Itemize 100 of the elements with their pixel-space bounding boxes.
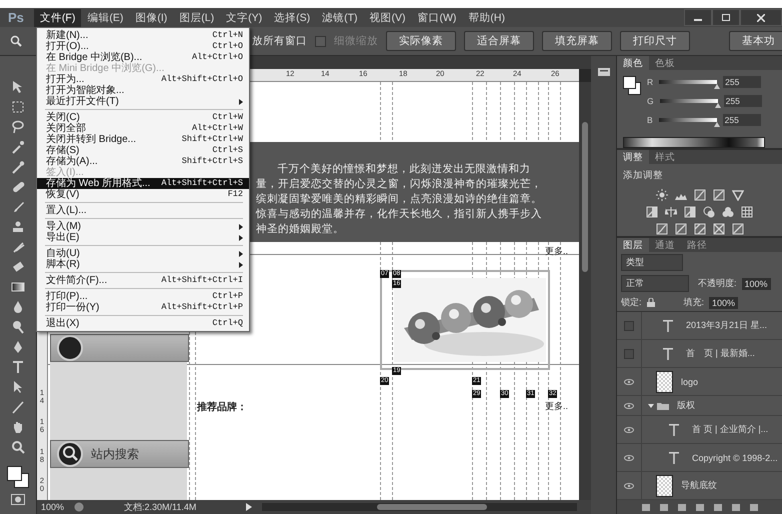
search-icon[interactable] xyxy=(11,440,25,454)
diagonal-square-icon[interactable] xyxy=(674,223,686,235)
triangle-icon[interactable] xyxy=(732,189,744,201)
color-slider[interactable] xyxy=(658,118,717,127)
lock-icon[interactable] xyxy=(646,298,655,307)
minimize-button[interactable] xyxy=(684,9,712,26)
menu-item[interactable]: 存储(S) Ctrl+S xyxy=(37,145,249,156)
menu-item[interactable]: 新建(N)... Ctrl+N xyxy=(37,30,249,41)
more-link[interactable]: 更多.. xyxy=(545,245,568,258)
eye-icon[interactable] xyxy=(624,402,634,408)
panel-tab[interactable]: 色板 xyxy=(649,56,681,70)
eyedropper-icon[interactable] xyxy=(11,160,25,174)
brush-icon[interactable] xyxy=(11,200,25,214)
marquee-icon[interactable] xyxy=(11,100,25,114)
eye-icon[interactable] xyxy=(624,426,634,432)
opacity-field[interactable]: 100% xyxy=(742,278,771,290)
menu-item[interactable]: 关闭并转到 Bridge... Shift+Ctrl+W xyxy=(37,134,249,145)
menu-item[interactable]: 打印一份(Y) Alt+Shift+Ctrl+P xyxy=(37,302,249,313)
rings-icon[interactable] xyxy=(722,206,734,218)
channel-value[interactable]: 255 xyxy=(722,114,761,126)
menu-item[interactable]: 文件(F) xyxy=(34,8,82,26)
curve-square-icon[interactable] xyxy=(656,223,668,235)
menu-item[interactable]: 脚本(R) xyxy=(37,259,249,270)
panel-tab[interactable]: 通道 xyxy=(649,238,681,252)
caret-down-icon[interactable] xyxy=(648,402,654,408)
quick-mask-icon[interactable] xyxy=(11,494,25,505)
workspace-button[interactable]: 基本功 xyxy=(729,31,782,51)
split-square-icon[interactable] xyxy=(646,206,658,218)
eye-icon[interactable] xyxy=(624,454,634,460)
zoom-button[interactable]: 填充屏幕 xyxy=(542,31,612,51)
layer-row[interactable]: 首 页 | 最新婚... xyxy=(617,340,782,368)
layer-row[interactable]: 首 页 | 企业简介 |... xyxy=(617,416,782,444)
history-brush-icon[interactable] xyxy=(11,240,25,254)
layer-row[interactable]: logo xyxy=(617,368,782,396)
cross-square-icon[interactable] xyxy=(712,223,724,235)
eye-icon[interactable] xyxy=(624,378,634,384)
panel-tab[interactable]: 样式 xyxy=(649,150,681,164)
scale-icon[interactable] xyxy=(665,206,677,218)
panel-tab[interactable]: 图层 xyxy=(617,238,649,252)
fill-field[interactable]: 100% xyxy=(709,296,738,308)
wand-icon[interactable] xyxy=(11,140,25,154)
color-swatches[interactable] xyxy=(623,76,640,94)
curve-icon[interactable] xyxy=(694,189,706,201)
menu-item[interactable]: 文字(Y) xyxy=(220,8,268,26)
menu-item[interactable]: 图层(L) xyxy=(173,8,220,26)
menu-item[interactable]: 滤镜(T) xyxy=(316,8,364,26)
filter-dropdown[interactable]: 类型 xyxy=(621,254,683,271)
menu-item[interactable]: 关闭全部 Alt+Ctrl+W xyxy=(37,123,249,134)
sun-icon[interactable] xyxy=(656,189,668,201)
half-square-icon[interactable] xyxy=(684,206,696,218)
layer-action-icon[interactable] xyxy=(696,504,704,510)
menu-item[interactable]: 打开(O)... Ctrl+O xyxy=(37,41,249,52)
menu-item[interactable]: 存储为 Web 所用格式... Alt+Shift+Ctrl+S xyxy=(37,178,249,189)
menu-item[interactable]: 视图(V) xyxy=(364,8,412,26)
layer-action-icon[interactable] xyxy=(732,504,740,510)
menu-item[interactable]: 导出(E) xyxy=(37,232,249,243)
menu-item[interactable]: 导入(M) xyxy=(37,221,249,232)
circles-icon[interactable] xyxy=(703,206,715,218)
gradient-icon[interactable] xyxy=(11,280,25,294)
menu-item[interactable]: 帮助(H) xyxy=(462,8,511,26)
panel-tab[interactable]: 颜色 xyxy=(617,56,649,70)
channel-value[interactable]: 255 xyxy=(723,76,762,88)
menu-item[interactable]: 最近打开文件(T) xyxy=(37,96,249,107)
color-swatches[interactable] xyxy=(7,466,29,488)
menu-item[interactable]: 打印(P)... Ctrl+P xyxy=(37,291,249,302)
color-slider[interactable] xyxy=(660,99,718,108)
line-icon[interactable] xyxy=(11,400,25,414)
menu-item[interactable]: 自动(U) xyxy=(37,248,249,259)
layer-action-icon[interactable] xyxy=(660,504,668,510)
layer-row[interactable]: Copyright © 1998-2... xyxy=(617,444,782,472)
zoom-button[interactable]: 适合屏幕 xyxy=(464,31,534,51)
layer-row[interactable]: 版权 xyxy=(617,396,782,416)
scrollbar[interactable] xyxy=(579,82,591,500)
stamp-icon[interactable] xyxy=(11,220,25,234)
panel-tab[interactable]: 调整 xyxy=(617,150,649,164)
search-icon[interactable] xyxy=(10,35,22,47)
channel-value[interactable]: 255 xyxy=(724,95,762,107)
layer-row[interactable]: 2013年3月21日 星... xyxy=(617,312,782,340)
drop-icon[interactable] xyxy=(11,300,25,314)
blend-dropdown[interactable]: 正常 xyxy=(621,275,689,292)
eye-icon[interactable] xyxy=(624,482,634,488)
panel-tab[interactable]: 路径 xyxy=(681,238,713,252)
menu-item[interactable]: 选择(S) xyxy=(268,8,316,26)
more-link[interactable]: 更多.. xyxy=(545,400,568,413)
hand-icon[interactable] xyxy=(11,420,25,434)
menu-item[interactable]: 存储为(A)... Shift+Ctrl+S xyxy=(37,156,249,167)
menu-item[interactable]: 恢复(V) F12 xyxy=(37,189,249,200)
layer-action-icon[interactable] xyxy=(642,504,650,510)
scrollbar[interactable] xyxy=(262,503,577,511)
color-spectrum[interactable] xyxy=(623,137,765,148)
zoom-button[interactable]: 打印尺寸 xyxy=(620,31,690,51)
grid-icon[interactable] xyxy=(741,206,753,218)
type-icon[interactable] xyxy=(11,360,25,374)
menu-item[interactable]: 编辑(E) xyxy=(81,8,130,26)
pen-icon[interactable] xyxy=(11,340,25,354)
menu-item[interactable]: 窗口(W) xyxy=(412,8,462,26)
menu-item[interactable]: 退出(X) Ctrl+Q xyxy=(37,318,249,329)
panel-icon[interactable] xyxy=(598,66,610,78)
color-slider[interactable] xyxy=(659,80,718,89)
layer-action-icon[interactable] xyxy=(714,504,722,510)
